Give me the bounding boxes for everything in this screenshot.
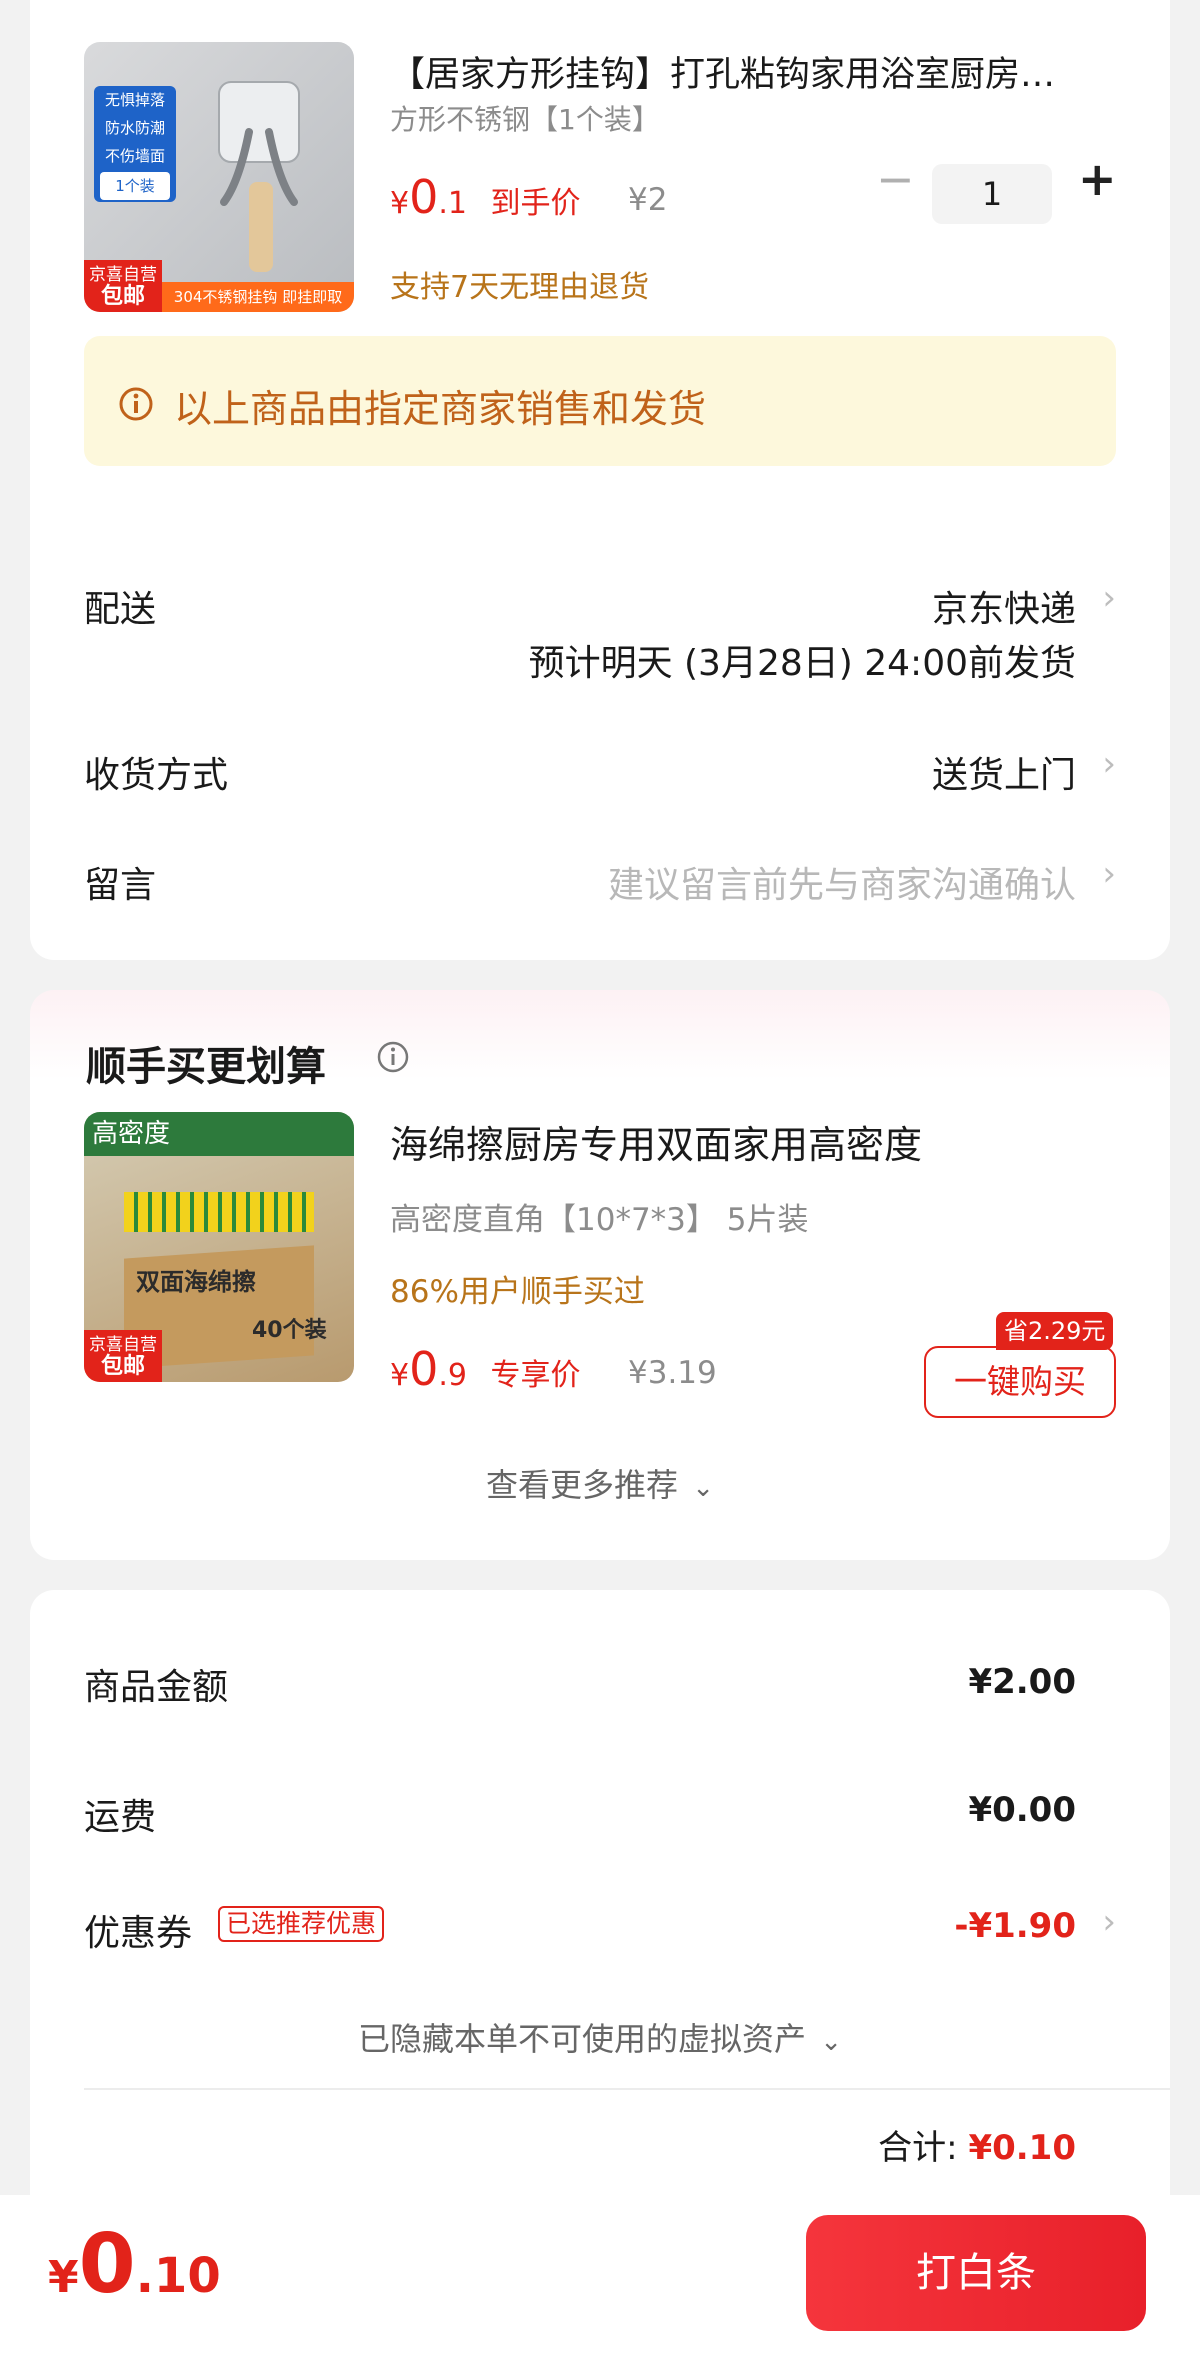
coupon-tag: 已选推荐优惠 <box>218 1906 385 1942</box>
coupon-chevron-icon[interactable]: › <box>1102 1902 1116 1942</box>
checkout-bar: ¥0.10 打白条 <box>0 2195 1200 2363</box>
chevron-down-icon: ⌄ <box>692 1473 714 1503</box>
quantity-decrease-button[interactable]: − <box>876 156 915 202</box>
coupon-label: 优惠券 <box>84 1913 193 1954</box>
product-spec[interactable]: 方形不锈钢【1个装】 <box>390 98 660 138</box>
upsell-social-proof: 86%用户顺手买过 <box>390 1274 645 1310</box>
message-input[interactable]: 建议留言前先与商家沟通确认 <box>608 856 1076 908</box>
upsell-product-spec: 高密度直角【10*7*3】 5片装 <box>390 1202 809 1238</box>
receive-chevron-icon[interactable]: › <box>1102 744 1116 784</box>
goods-amount-label: 商品金额 <box>84 1667 229 1708</box>
pay-button[interactable]: 打白条 <box>806 2215 1146 2331</box>
total-value: ¥0.10 <box>968 2128 1076 2168</box>
delivery-label: 配送 <box>84 589 157 630</box>
upsell-card: 顺手买更划算 高密度 双面海绵擦 40个装 京喜自营 包邮 海绵擦厨房专用双面家… <box>30 990 1170 1560</box>
view-more-recommendations[interactable]: 查看更多推荐 ⌄ <box>30 1460 1170 1506</box>
order-item-card: 无惧掉落 防水防潮 不伤墙面 1个装 京喜自营 包邮 304不锈钢挂钩 即挂即取… <box>30 0 1170 960</box>
quantity-input[interactable]: 1 <box>932 164 1052 224</box>
info-icon <box>119 387 153 421</box>
total-label: 合计: <box>878 2128 958 2168</box>
upsell-image-count: 40个装 <box>252 1318 327 1343</box>
shipping-value: ¥0.00 <box>968 1790 1076 1830</box>
one-click-buy-button[interactable]: 一键购买 <box>924 1346 1116 1418</box>
upsell-image-top: 高密度 <box>84 1112 354 1156</box>
upsell-info-icon[interactable] <box>376 1040 410 1074</box>
checkout-amount: ¥0.10 <box>48 2217 221 2312</box>
save-amount-tag: 省2.29元 <box>996 1312 1114 1350</box>
merchant-notice-text: 以上商品由指定商家销售和发货 <box>174 387 707 431</box>
upsell-title: 顺手买更划算 <box>86 1044 326 1090</box>
upsell-original-price: ¥3.19 <box>628 1355 717 1391</box>
upsell-price: ¥0.9 专享价 <box>390 1342 581 1396</box>
product-original-price: ¥2 <box>628 182 668 218</box>
shipping-label: 运费 <box>84 1797 157 1838</box>
image-footer-banner: 304不锈钢挂钩 即挂即取 <box>162 282 354 312</box>
upsell-product-image[interactable]: 高密度 双面海绵擦 40个装 京喜自营 包邮 <box>84 1112 354 1382</box>
coupon-value[interactable]: -¥1.90 <box>954 1906 1076 1946</box>
sponge-stack-illustration <box>124 1192 314 1232</box>
message-chevron-icon[interactable]: › <box>1102 854 1116 894</box>
receive-method-value[interactable]: 送货上门 <box>932 746 1076 798</box>
return-policy: 支持7天无理由退货 <box>390 270 650 305</box>
upsell-product-title[interactable]: 海绵擦厨房专用双面家用高密度 <box>390 1114 922 1169</box>
hook-illustration <box>218 81 300 272</box>
chevron-down-icon: ⌄ <box>820 2027 842 2057</box>
self-operated-badge: 京喜自营 包邮 <box>84 260 162 312</box>
merchant-notice: 以上商品由指定商家销售和发货 <box>84 336 1116 466</box>
quantity-increase-button[interactable]: + <box>1078 156 1117 202</box>
goods-amount-value: ¥2.00 <box>968 1662 1076 1702</box>
product-image[interactable]: 无惧掉落 防水防潮 不伤墙面 1个装 京喜自营 包邮 304不锈钢挂钩 即挂即取 <box>84 42 354 312</box>
delivery-chevron-icon[interactable]: › <box>1102 578 1116 618</box>
delivery-eta: 预计明天 (3月28日) 24:00前发货 <box>528 643 1076 684</box>
delivery-carrier[interactable]: 京东快递 <box>932 580 1076 632</box>
upsell-image-box-label: 双面海绵擦 <box>136 1268 256 1296</box>
product-price: ¥0.1 到手价 <box>390 170 581 224</box>
total-row: 合计: ¥0.10 <box>878 2120 1076 2169</box>
divider <box>84 2088 1170 2090</box>
upsell-self-operated-badge: 京喜自营 包邮 <box>84 1330 162 1382</box>
product-image-labels: 无惧掉落 防水防潮 不伤墙面 1个装 <box>94 86 176 202</box>
product-title[interactable]: 【居家方形挂钩】打孔粘钩家用浴室厨房… <box>390 46 1150 97</box>
message-label: 留言 <box>84 865 157 906</box>
receive-method-label: 收货方式 <box>84 755 229 796</box>
hidden-assets-toggle[interactable]: 已隐藏本单不可使用的虚拟资产 ⌄ <box>30 2014 1170 2060</box>
